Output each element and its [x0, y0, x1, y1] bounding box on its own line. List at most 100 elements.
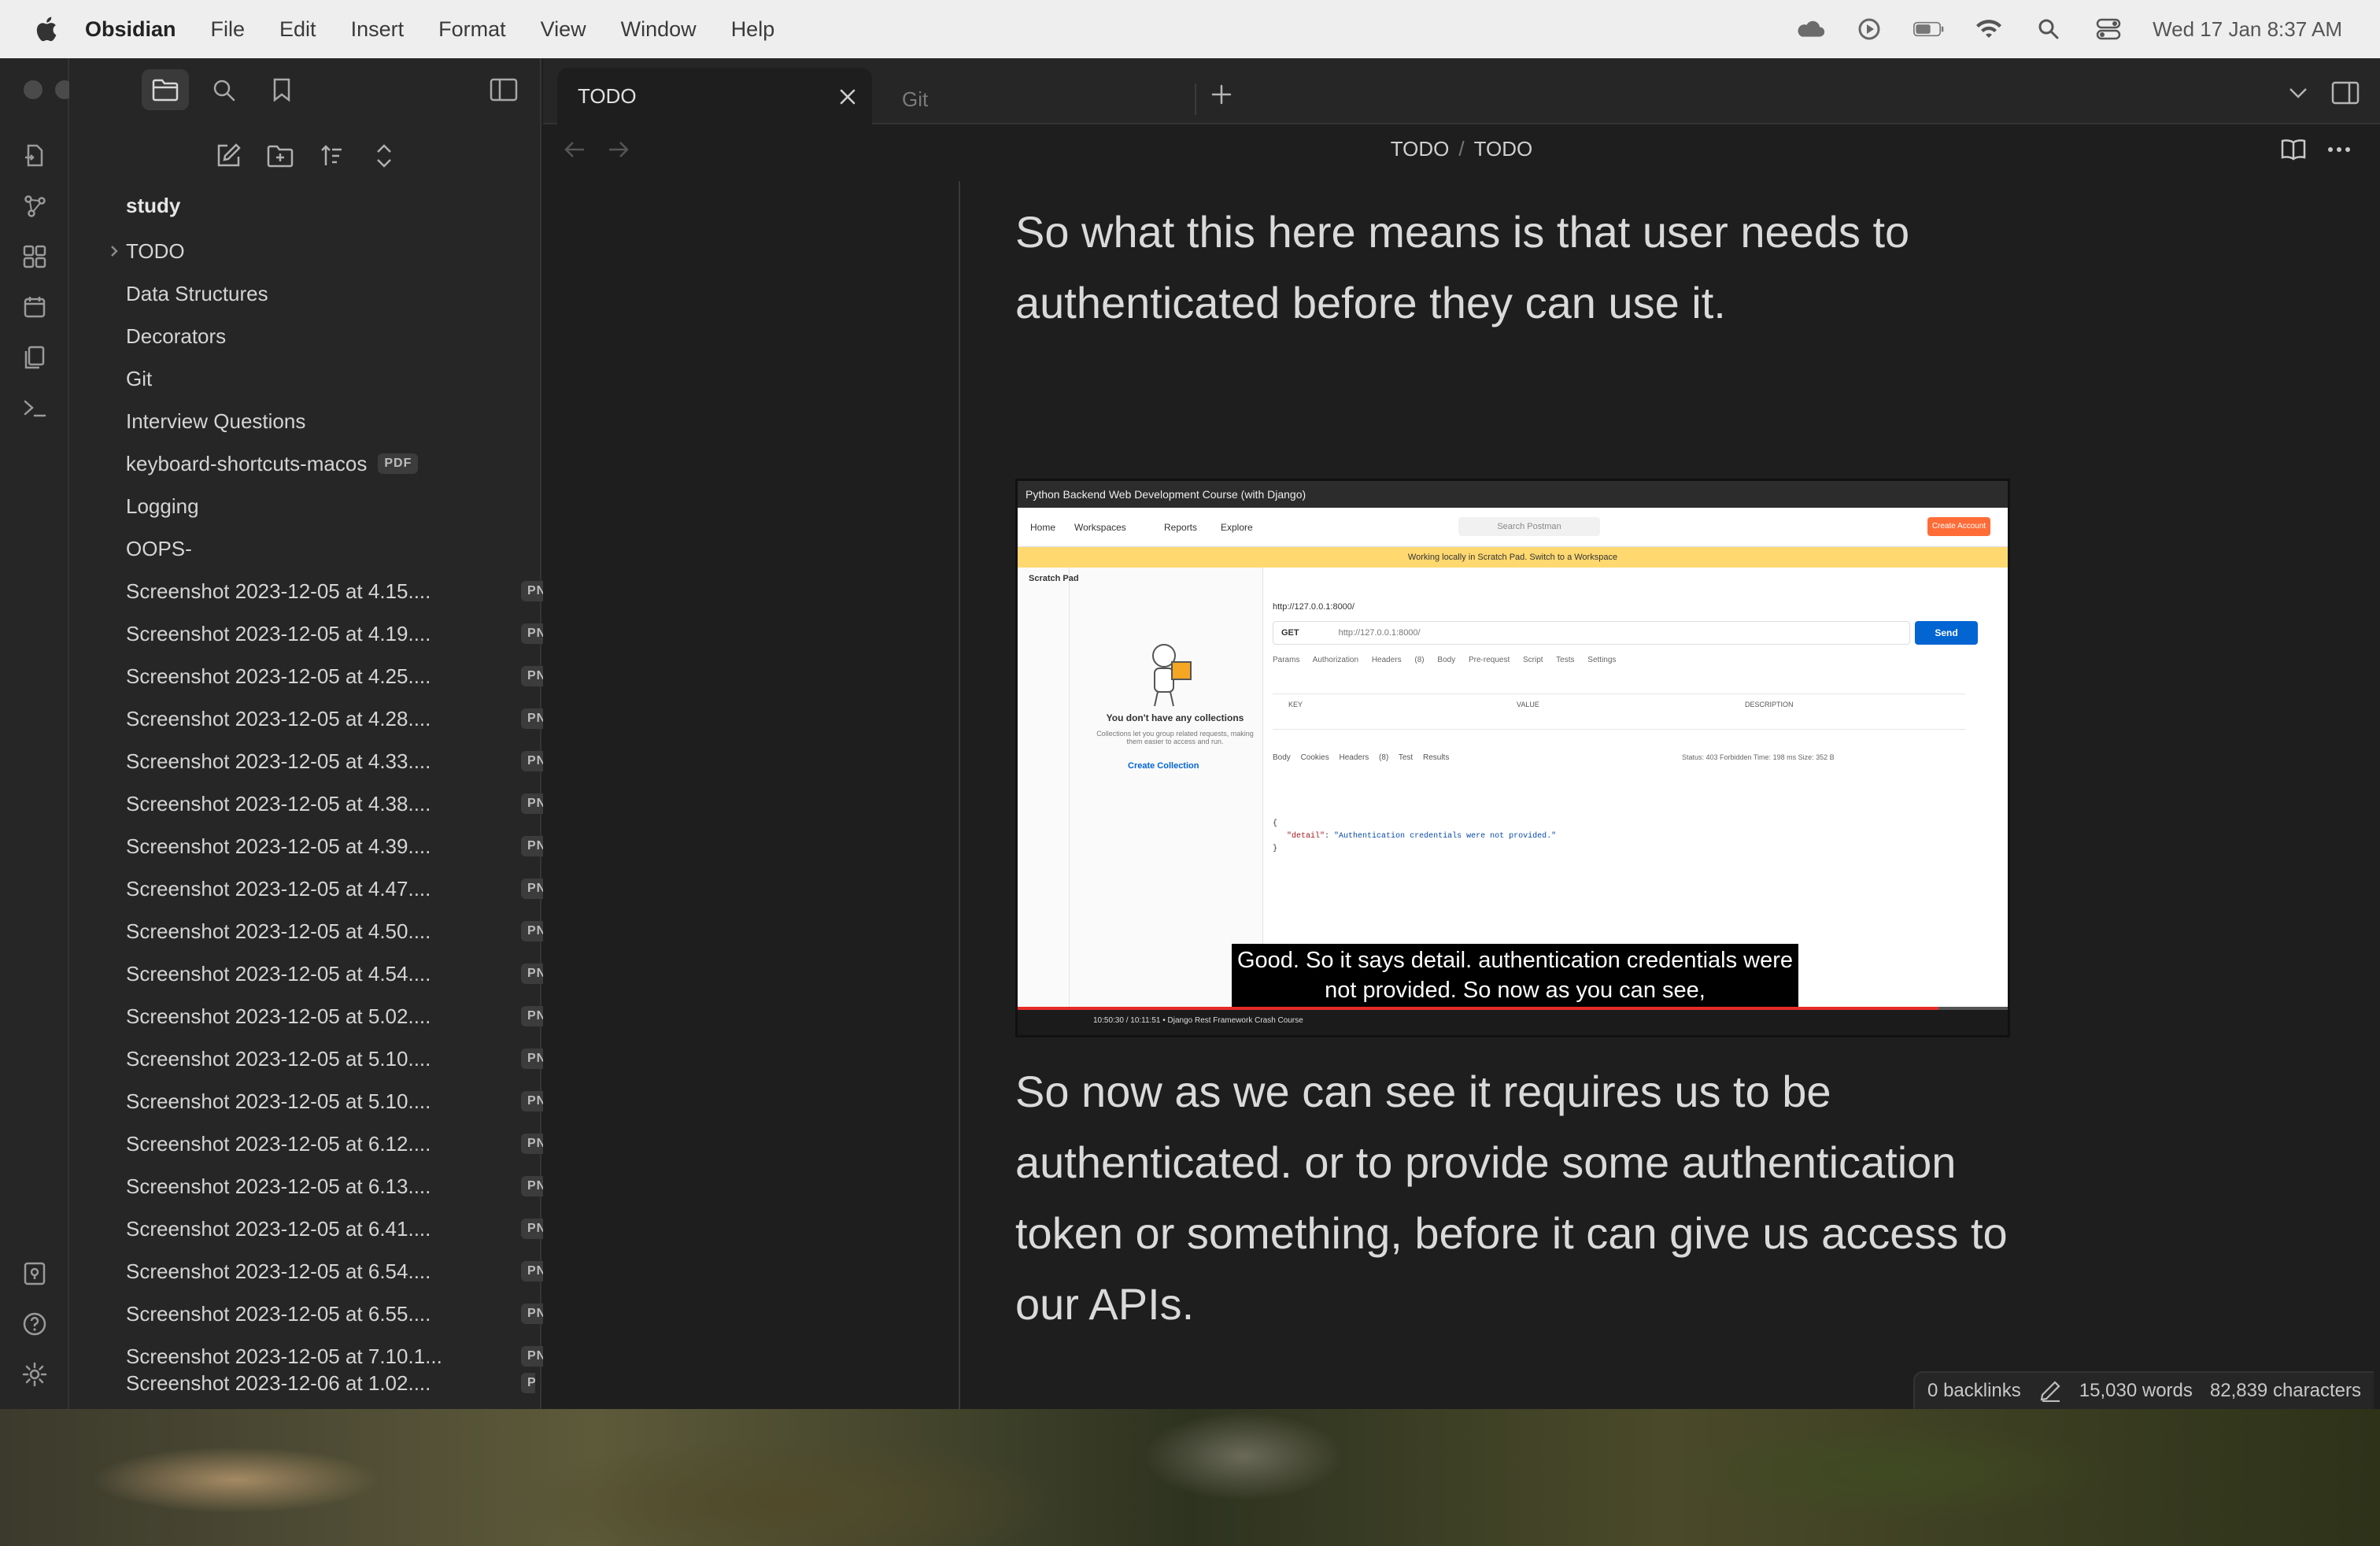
file-item[interactable]: Screenshot 2023-12-05 at 6.54.... PNG	[126, 1250, 564, 1293]
embed-response-tabs: Body Cookies Headers (8) Test Results	[1273, 753, 1450, 762]
collapse-sidebar-icon[interactable]	[480, 69, 527, 110]
tab-todo[interactable]: TODO	[557, 68, 872, 124]
tree-item-label: Interview Questions	[126, 409, 306, 433]
menu-view[interactable]: View	[541, 17, 586, 42]
embed-request-panel: http://127.0.0.1:8000/ GET http://127.0.0…	[1265, 568, 2008, 1008]
file-item[interactable]: Screenshot 2023-12-05 at 4.47.... PNG	[126, 867, 564, 910]
files-tab-folder-icon[interactable]	[142, 69, 189, 110]
menu-insert[interactable]: Insert	[351, 17, 405, 42]
command-palette-icon[interactable]	[19, 392, 50, 423]
file-item[interactable]: Logging	[126, 485, 535, 527]
canvas-icon[interactable]	[19, 241, 50, 272]
graph-view-icon[interactable]	[19, 190, 50, 222]
reading-view-book-icon[interactable]	[2278, 134, 2309, 165]
menu-app-name[interactable]: Obsidian	[85, 17, 176, 42]
new-tab-plus-icon[interactable]	[1204, 77, 1239, 112]
obsidian-window: study TODO Data Structures Decorators Gi…	[0, 58, 2380, 1409]
file-item[interactable]: Screenshot 2023-12-05 at 5.02.... PNG	[126, 995, 564, 1037]
file-item[interactable]: Interview Questions	[126, 400, 535, 442]
embed-nav-workspaces: Workspaces	[1074, 522, 1126, 533]
expand-collapse-all-icon[interactable]	[364, 135, 405, 176]
file-item[interactable]: Screenshot 2023-12-05 at 6.13.... PNG	[126, 1165, 564, 1208]
tree-item-label: Screenshot 2023-12-05 at 4.33....	[126, 749, 431, 773]
embed-empty-title: You don't have any collections	[1106, 712, 1244, 723]
embed-side-rail	[1018, 568, 1070, 1008]
help-icon[interactable]	[19, 1308, 50, 1340]
folder-item-todo[interactable]: TODO	[111, 230, 535, 272]
open-quick-switcher-icon[interactable]	[19, 140, 50, 172]
menu-file[interactable]: File	[211, 17, 246, 42]
file-item[interactable]: Screenshot 2023-12-05 at 4.25.... PNG	[126, 655, 564, 697]
menu-edit[interactable]: Edit	[279, 17, 316, 42]
search-tab-icon[interactable]	[200, 69, 247, 110]
desktop-wallpaper	[0, 1409, 2380, 1546]
file-item[interactable]: Screenshot 2023-12-05 at 4.54.... PNG	[126, 952, 564, 995]
breadcrumb-current[interactable]: TODO	[1474, 137, 1533, 161]
settings-gear-icon[interactable]	[19, 1359, 50, 1390]
menu-format[interactable]: Format	[438, 17, 506, 42]
file-item[interactable]: Screenshot 2023-12-06 at 1.02.... PNG	[126, 1363, 535, 1403]
file-item[interactable]: Screenshot 2023-12-05 at 4.33.... PNG	[126, 740, 564, 782]
file-item[interactable]: Screenshot 2023-12-05 at 5.10.... PNG	[126, 1037, 564, 1080]
word-count[interactable]: 15,030 words	[2079, 1380, 2193, 1402]
new-folder-icon[interactable]	[260, 135, 301, 176]
tree-item-label: OOPS-	[126, 536, 192, 560]
tab-list-chevron-down-icon[interactable]	[2279, 74, 2317, 112]
file-item[interactable]: OOPS-	[126, 527, 535, 570]
more-options-icon[interactable]	[2323, 134, 2355, 165]
tab-git[interactable]: Git	[881, 83, 1196, 115]
file-item[interactable]: Git	[126, 357, 535, 400]
note-paragraph[interactable]: So what this here means is that user nee…	[1015, 197, 2038, 338]
bookmarks-tab-icon[interactable]	[258, 69, 305, 110]
menu-window[interactable]: Window	[621, 17, 697, 42]
file-item[interactable]: Screenshot 2023-12-05 at 6.12.... PNG	[126, 1123, 564, 1165]
file-item[interactable]: keyboard-shortcuts-macos PDF	[126, 442, 535, 485]
vault-switcher-icon[interactable]	[19, 1258, 50, 1289]
chevron-right-icon[interactable]	[104, 241, 124, 261]
character-count[interactable]: 82,839 characters	[2210, 1380, 2361, 1402]
close-tab-icon[interactable]	[836, 85, 859, 109]
embedded-screenshot-image[interactable]: Python Backend Web Development Course (w…	[1015, 479, 2010, 1037]
play-circle-icon[interactable]	[1853, 16, 1885, 43]
spotlight-search-icon[interactable]	[2033, 16, 2064, 43]
wifi-icon[interactable]	[1973, 16, 2005, 43]
note-paragraph[interactable]: So now as we can see it requires us to b…	[1015, 1056, 2038, 1340]
file-item[interactable]: Screenshot 2023-12-05 at 4.50.... PNG	[126, 910, 564, 952]
embed-code-line: }	[1273, 845, 1278, 853]
backlinks-count[interactable]: 0 backlinks	[1927, 1380, 2021, 1402]
tree-item-label: Logging	[126, 494, 199, 518]
new-note-icon[interactable]	[208, 135, 249, 176]
note-editor[interactable]: So what this here means is that user nee…	[543, 175, 2380, 1409]
menu-bar-clock[interactable]: Wed 17 Jan 8:37 AM	[2153, 17, 2342, 42]
file-item[interactable]: Screenshot 2023-12-05 at 4.19.... PNG	[126, 612, 564, 655]
file-item[interactable]: Screenshot 2023-12-05 at 5.10.... PNG	[126, 1080, 564, 1123]
window-close-button[interactable]	[24, 80, 42, 99]
tree-item-label: Screenshot 2023-12-05 at 6.54....	[126, 1259, 431, 1283]
cloud-icon[interactable]	[1794, 16, 1825, 43]
embed-create-collection: Create Collection	[1128, 761, 1199, 771]
embed-nav-explore: Explore	[1221, 522, 1253, 533]
embed-create-account: Create Account	[1927, 517, 1990, 536]
embed-nav-reports: Reports	[1164, 522, 1198, 533]
embed-response-body: { "detail": "Authentication credentials …	[1273, 818, 1981, 856]
battery-icon[interactable]	[1913, 16, 1945, 43]
file-item[interactable]: Data Structures	[126, 272, 535, 315]
file-item[interactable]: Screenshot 2023-12-05 at 4.15.... PNG	[126, 570, 564, 612]
menu-help[interactable]: Help	[731, 17, 775, 42]
templates-icon[interactable]	[19, 342, 50, 373]
daily-note-calendar-icon[interactable]	[19, 291, 50, 323]
toggle-right-sidebar-icon[interactable]	[2326, 74, 2364, 112]
file-item[interactable]: Screenshot 2023-12-05 at 4.38.... PNG	[126, 782, 564, 825]
file-item[interactable]: Decorators	[126, 315, 535, 357]
apple-menu-icon[interactable]	[28, 13, 63, 45]
vault-root-label[interactable]: study	[126, 194, 180, 218]
breadcrumb-parent[interactable]: TODO	[1391, 137, 1450, 161]
tree-item-label: Screenshot 2023-12-05 at 4.47....	[126, 876, 431, 901]
file-item[interactable]: Screenshot 2023-12-05 at 4.39.... PNG	[126, 825, 564, 867]
sort-order-icon[interactable]	[312, 135, 353, 176]
file-item[interactable]: Screenshot 2023-12-05 at 6.41.... PNG	[126, 1208, 564, 1250]
editing-mode-pencil-icon[interactable]	[2038, 1379, 2062, 1403]
control-center-icon[interactable]	[2093, 16, 2124, 43]
file-item[interactable]: Screenshot 2023-12-05 at 6.55.... PNG	[126, 1293, 564, 1335]
file-item[interactable]: Screenshot 2023-12-05 at 4.28.... PNG	[126, 697, 564, 740]
